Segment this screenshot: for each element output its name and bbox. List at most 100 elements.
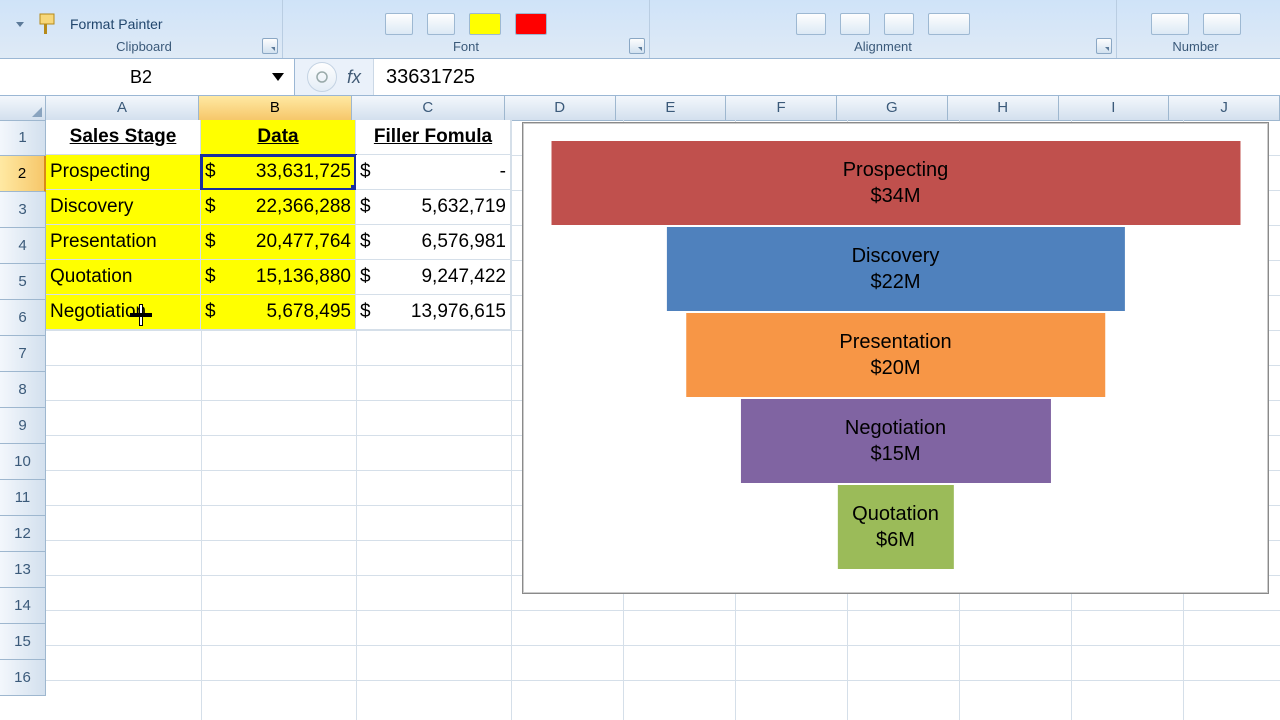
fill-color-button[interactable] <box>469 13 501 35</box>
border-style-button[interactable] <box>427 13 455 35</box>
cell-C6[interactable]: $13,976,615 <box>356 295 511 330</box>
funnel-bar-negotiation[interactable]: Negotiation$15M <box>740 399 1050 483</box>
border-button[interactable] <box>385 13 413 35</box>
ribbon-group-clipboard: Format Painter Clipboard <box>6 0 283 58</box>
column-header-D[interactable]: D <box>505 96 616 121</box>
number-format-button[interactable] <box>1151 13 1189 35</box>
cell-C5[interactable]: $9,247,422 <box>356 260 511 295</box>
cancel-formula-button[interactable] <box>307 62 337 92</box>
cell-B6[interactable]: $5,678,495 <box>201 295 356 330</box>
funnel-value-prospecting: $34M <box>870 183 920 209</box>
align-center-button[interactable] <box>840 13 870 35</box>
cell-B5[interactable]: $15,136,880 <box>201 260 356 295</box>
ribbon: Format Painter Clipboard Font Alignment <box>0 0 1280 59</box>
row-header-3[interactable]: 3 <box>0 192 46 228</box>
funnel-value-presentation: $20M <box>870 355 920 381</box>
formula-controls: fx <box>295 59 374 95</box>
row-header-12[interactable]: 12 <box>0 516 46 552</box>
column-header-F[interactable]: F <box>726 96 837 121</box>
funnel-label-discovery: Discovery <box>852 243 940 269</box>
row-header-13[interactable]: 13 <box>0 552 46 588</box>
merge-button[interactable] <box>928 13 970 35</box>
cell-C4[interactable]: $6,576,981 <box>356 225 511 260</box>
ribbon-group-font: Font <box>283 0 650 58</box>
column-headers: ABCDEFGHIJ <box>0 96 1280 120</box>
row-header-6[interactable]: 6 <box>0 300 46 336</box>
cell-B2[interactable]: $33,631,725 <box>201 155 356 190</box>
name-box-value: B2 <box>10 67 272 88</box>
funnel-bar-prospecting[interactable]: Prospecting$34M <box>551 141 1240 225</box>
align-right-button[interactable] <box>884 13 914 35</box>
font-dialog-launcher[interactable] <box>629 38 645 54</box>
format-painter-label: Format Painter <box>70 16 163 32</box>
funnel-label-prospecting: Prospecting <box>843 157 949 183</box>
ribbon-group-number: Number <box>1117 0 1274 58</box>
row-header-4[interactable]: 4 <box>0 228 46 264</box>
row-header-11[interactable]: 11 <box>0 480 46 516</box>
row-header-10[interactable]: 10 <box>0 444 46 480</box>
name-box[interactable]: B2 <box>0 59 295 95</box>
format-painter-button[interactable]: Format Painter <box>36 12 163 36</box>
fx-label[interactable]: fx <box>347 67 361 88</box>
align-left-button[interactable] <box>796 13 826 35</box>
cell-A2[interactable]: Prospecting <box>46 155 201 190</box>
formula-input[interactable]: 33631725 <box>374 59 1280 95</box>
row-header-1[interactable]: 1 <box>0 120 46 156</box>
cell-C2[interactable]: $- <box>356 155 511 190</box>
row-header-16[interactable]: 16 <box>0 660 46 696</box>
row-header-5[interactable]: 5 <box>0 264 46 300</box>
ribbon-group-title-font: Font <box>291 39 641 54</box>
column-header-E[interactable]: E <box>616 96 727 121</box>
cell-C3[interactable]: $5,632,719 <box>356 190 511 225</box>
percent-button[interactable] <box>1203 13 1241 35</box>
cell-A4[interactable]: Presentation <box>46 225 201 260</box>
column-header-H[interactable]: H <box>948 96 1059 121</box>
row-header-2[interactable]: 2 <box>0 156 46 192</box>
row-header-15[interactable]: 15 <box>0 624 46 660</box>
cell-B3[interactable]: $22,366,288 <box>201 190 356 225</box>
funnel-label-negotiation: Negotiation <box>845 415 946 441</box>
format-painter-icon <box>36 12 64 36</box>
funnel-bar-discovery[interactable]: Discovery$22M <box>666 227 1124 311</box>
funnel-label-presentation: Presentation <box>839 329 951 355</box>
cell-A6[interactable]: Negotiation <box>46 295 201 330</box>
column-header-B[interactable]: B <box>199 96 352 122</box>
funnel-value-quotation: $6M <box>876 527 915 553</box>
funnel-chart[interactable]: Prospecting$34MDiscovery$22MPresentation… <box>522 122 1269 594</box>
spreadsheet-grid[interactable]: ABCDEFGHIJ 12345678910111213141516 Sales… <box>0 96 1280 720</box>
formula-bar: B2 fx 33631725 <box>0 59 1280 96</box>
funnel-value-negotiation: $15M <box>870 441 920 467</box>
cell-A3[interactable]: Discovery <box>46 190 201 225</box>
funnel-bar-presentation[interactable]: Presentation$20M <box>686 313 1106 397</box>
column-header-I[interactable]: I <box>1059 96 1170 121</box>
paste-dropdown-arrow[interactable] <box>16 22 24 27</box>
row-header-8[interactable]: 8 <box>0 372 46 408</box>
ribbon-group-title-number: Number <box>1125 39 1266 54</box>
funnel-bar-quotation[interactable]: Quotation$6M <box>837 485 953 569</box>
funnel-label-quotation: Quotation <box>852 501 939 527</box>
grid-body[interactable]: Sales StageDataFiller FomulaProspecting$… <box>46 120 1280 720</box>
cell-C1[interactable]: Filler Fomula <box>356 120 511 155</box>
name-box-dropdown-icon[interactable] <box>272 73 284 81</box>
column-header-C[interactable]: C <box>352 96 505 121</box>
clipboard-dialog-launcher[interactable] <box>262 38 278 54</box>
ribbon-group-alignment: Alignment <box>650 0 1117 58</box>
alignment-dialog-launcher[interactable] <box>1096 38 1112 54</box>
formula-value: 33631725 <box>386 66 475 89</box>
cell-A5[interactable]: Quotation <box>46 260 201 295</box>
row-header-9[interactable]: 9 <box>0 408 46 444</box>
row-header-7[interactable]: 7 <box>0 336 46 372</box>
font-color-button[interactable] <box>515 13 547 35</box>
column-header-G[interactable]: G <box>837 96 948 121</box>
column-header-A[interactable]: A <box>46 96 199 121</box>
ribbon-group-title-alignment: Alignment <box>658 39 1108 54</box>
funnel-value-discovery: $22M <box>870 269 920 295</box>
ribbon-group-title-clipboard: Clipboard <box>14 39 274 54</box>
column-header-J[interactable]: J <box>1169 96 1280 121</box>
cell-A1[interactable]: Sales Stage <box>46 120 201 155</box>
cell-B1[interactable]: Data <box>201 120 356 155</box>
cell-B4[interactable]: $20,477,764 <box>201 225 356 260</box>
row-header-14[interactable]: 14 <box>0 588 46 624</box>
row-headers: 12345678910111213141516 <box>0 120 46 720</box>
select-all-corner[interactable] <box>0 96 46 121</box>
